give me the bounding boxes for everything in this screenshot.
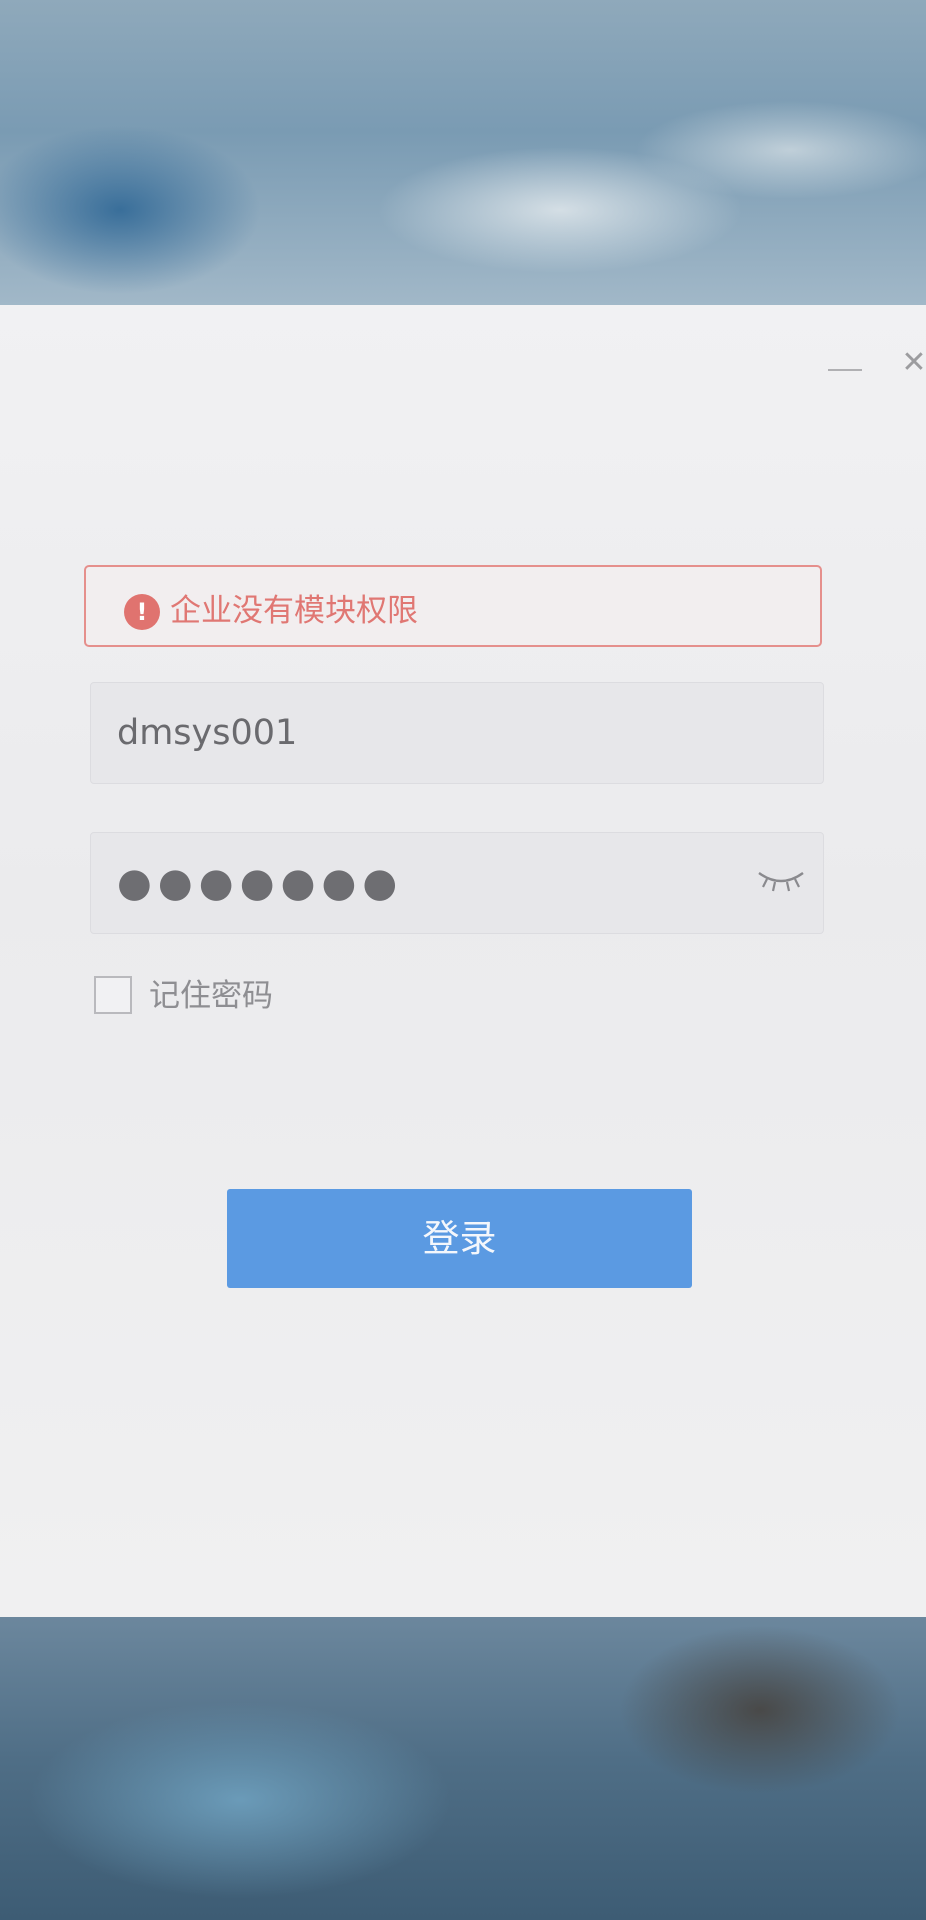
close-icon[interactable]: ✕ xyxy=(896,345,926,381)
password-field[interactable] xyxy=(90,832,824,934)
password-input[interactable] xyxy=(117,833,737,933)
desktop-wallpaper-bottom xyxy=(0,1600,926,1920)
error-message-text: 企业没有模块权限 xyxy=(170,593,418,629)
login-button[interactable]: 登录 xyxy=(227,1189,692,1288)
username-input[interactable] xyxy=(117,683,737,783)
error-icon: ! xyxy=(124,594,160,630)
screen: ✕ ! 企业没有模块权限 记住密码 登录 xyxy=(0,0,926,1920)
login-dialog xyxy=(0,305,926,1617)
remember-password-label[interactable]: 记住密码 xyxy=(149,976,273,1016)
username-field[interactable] xyxy=(90,682,824,784)
minimize-icon[interactable] xyxy=(828,345,864,381)
remember-password-checkbox[interactable] xyxy=(94,976,132,1014)
eye-closed-icon[interactable] xyxy=(755,865,807,895)
desktop-wallpaper xyxy=(0,0,926,330)
error-message-box: ! 企业没有模块权限 xyxy=(84,565,822,647)
